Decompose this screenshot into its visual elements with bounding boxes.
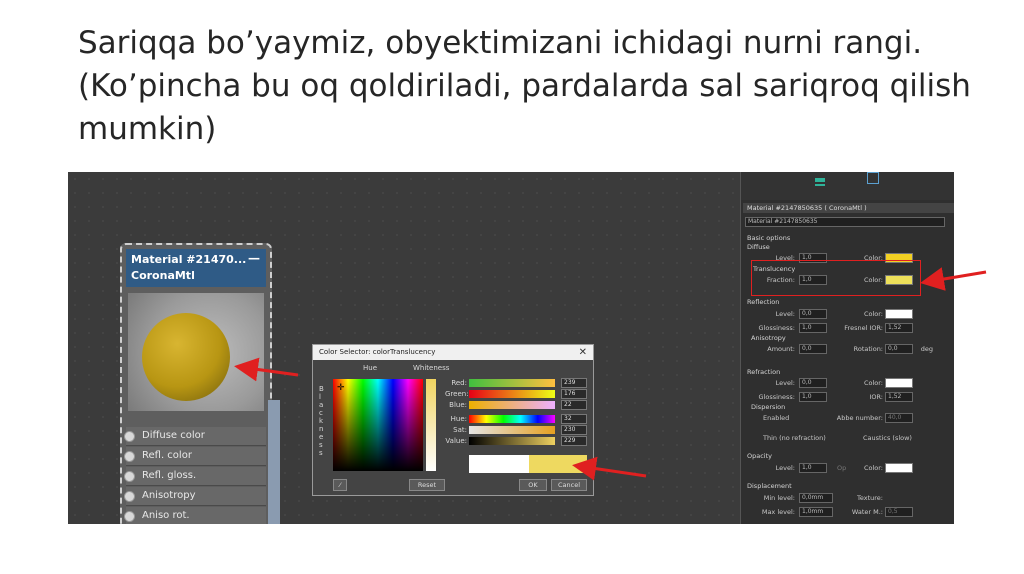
annotation-arrows bbox=[234, 267, 987, 481]
arrow-to-translucency bbox=[920, 267, 987, 291]
arrow-to-color-swatch bbox=[572, 456, 647, 481]
arrow-to-sphere bbox=[234, 357, 299, 382]
